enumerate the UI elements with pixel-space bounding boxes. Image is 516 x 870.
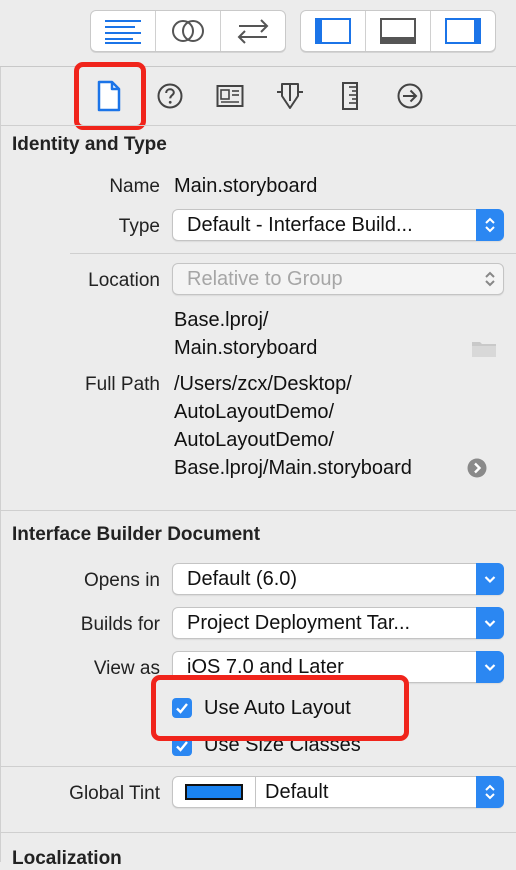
tint-color-swatch bbox=[185, 784, 243, 800]
builds-for-popup-value: Project Deployment Tar... bbox=[187, 612, 411, 634]
global-tint-value: Default bbox=[265, 781, 329, 803]
file-inspector-highlight-box bbox=[74, 62, 146, 130]
name-value[interactable]: Main.storyboard bbox=[174, 175, 317, 198]
up-down-chevron-icon bbox=[476, 263, 504, 295]
up-down-chevron-icon bbox=[476, 209, 504, 241]
location-label: Location bbox=[88, 270, 160, 291]
editor-mode-segmented-control bbox=[90, 10, 286, 52]
builds-for-label: Builds for bbox=[80, 614, 160, 635]
global-tint-popup[interactable]: Default bbox=[172, 776, 504, 808]
full-path-line-2: AutoLayoutDemo/ bbox=[174, 401, 335, 423]
ib-document-section-title: Interface Builder Document bbox=[12, 524, 261, 545]
debug-area-toggle-icon[interactable] bbox=[366, 11, 431, 51]
full-path-line-4: Base.lproj/Main.storyboard bbox=[174, 457, 412, 479]
toolbar bbox=[0, 0, 516, 66]
divider bbox=[0, 766, 516, 767]
builds-for-popup[interactable]: Project Deployment Tar... bbox=[172, 607, 504, 639]
full-path-label: Full Path bbox=[85, 374, 160, 395]
section-divider bbox=[0, 510, 516, 511]
chevron-down-icon bbox=[476, 651, 504, 683]
relative-path-line-2: Main.storyboard bbox=[174, 337, 318, 359]
section-divider bbox=[0, 832, 516, 833]
opens-in-popup[interactable]: Default (6.0) bbox=[172, 563, 504, 595]
tabs-divider bbox=[0, 125, 516, 126]
relative-path-line-1: Base.lproj/ bbox=[174, 309, 269, 331]
identity-inspector-icon[interactable] bbox=[213, 79, 247, 113]
identity-section-title: Identity and Type bbox=[12, 134, 167, 155]
type-popup[interactable]: Default - Interface Build... bbox=[172, 209, 504, 241]
name-label: Name bbox=[109, 176, 160, 197]
assistant-editor-icon[interactable] bbox=[156, 11, 221, 51]
connections-inspector-icon[interactable] bbox=[393, 79, 427, 113]
global-tint-label: Global Tint bbox=[69, 783, 160, 804]
type-label: Type bbox=[118, 216, 160, 237]
standard-editor-icon[interactable] bbox=[91, 11, 156, 51]
utilities-toggle-icon[interactable] bbox=[431, 11, 495, 51]
quick-help-icon[interactable] bbox=[153, 79, 187, 113]
opens-in-popup-value: Default (6.0) bbox=[187, 568, 298, 590]
full-path-line-3: AutoLayoutDemo/ bbox=[174, 429, 335, 451]
attributes-inspector-icon[interactable] bbox=[273, 79, 307, 113]
view-toggle-segmented-control bbox=[300, 10, 496, 52]
folder-icon[interactable] bbox=[471, 338, 497, 363]
popup-divider bbox=[255, 777, 256, 807]
auto-layout-highlight-box bbox=[151, 675, 409, 741]
version-editor-icon[interactable] bbox=[221, 11, 285, 51]
divider bbox=[70, 253, 516, 254]
chevron-down-icon bbox=[476, 563, 504, 595]
checkmark-icon bbox=[176, 741, 188, 752]
location-popup[interactable]: Relative to Group bbox=[172, 263, 504, 295]
size-inspector-icon[interactable] bbox=[333, 79, 367, 113]
localization-section-title: Localization bbox=[12, 848, 122, 869]
type-popup-value: Default - Interface Build... bbox=[187, 214, 413, 236]
up-down-chevron-icon bbox=[476, 776, 504, 808]
reveal-in-finder-arrow-icon[interactable] bbox=[467, 458, 487, 483]
opens-in-label: Opens in bbox=[83, 570, 160, 591]
view-as-label: View as bbox=[93, 658, 160, 679]
location-popup-value: Relative to Group bbox=[187, 268, 343, 290]
chevron-down-icon bbox=[476, 607, 504, 639]
full-path-line-1: /Users/zcx/Desktop/ bbox=[174, 373, 352, 395]
navigator-toggle-icon[interactable] bbox=[301, 11, 366, 51]
